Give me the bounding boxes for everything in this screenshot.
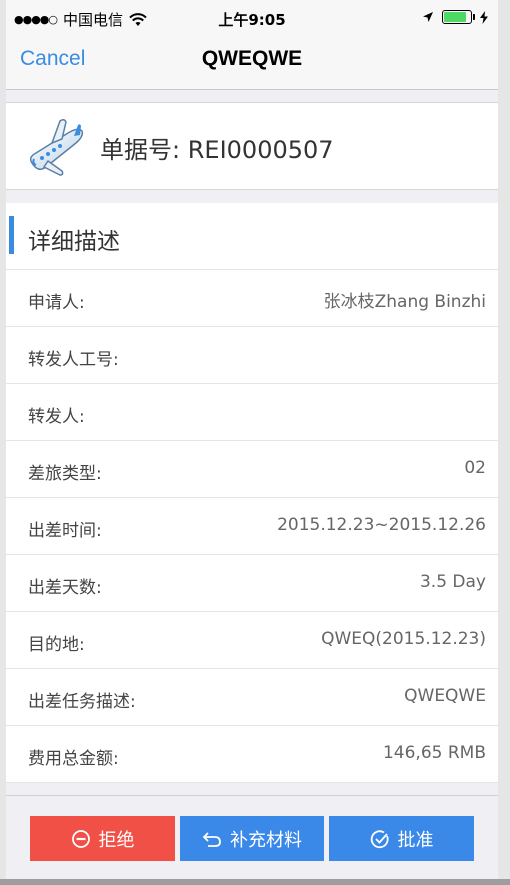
row-value: QWEQWE [404, 686, 486, 706]
supplement-materials-button[interactable]: 补充材料 [180, 816, 324, 861]
row-value: 02 [464, 458, 486, 478]
row-label: 申请人: [28, 293, 85, 313]
approve-label: 批准 [397, 829, 434, 851]
row-label: 费用总金额: [28, 749, 119, 769]
row-label: 出差时间: [28, 521, 102, 541]
document-header-card: 单据号: REI0000507 [6, 102, 498, 190]
detail-row-destination: 目的地: QWEQ(2015.12.23) [6, 612, 498, 669]
detail-row-travel-type: 差旅类型: 02 [6, 441, 498, 498]
app-frame: ●●●●○ 中国电信 上午9:05 Cancel QWEQWE 单据号: REI… [6, 0, 498, 885]
row-label: 转发人: [28, 407, 85, 427]
battery-icon [442, 10, 475, 24]
section-accent-bar [9, 216, 14, 254]
bottom-edge [0, 879, 510, 885]
row-label: 出差天数: [28, 578, 102, 598]
check-circle-icon [370, 829, 389, 848]
supplement-label: 补充材料 [230, 829, 302, 851]
row-label: 转发人工号: [28, 350, 119, 370]
row-value: 张冰枝Zhang Binzhi [323, 292, 486, 312]
detail-row-forwarder-id: 转发人工号: [6, 327, 498, 384]
document-number: 单据号: REI0000507 [100, 130, 334, 165]
page-title: QWEQWE [201, 47, 303, 70]
row-value: QWEQ(2015.12.23) [321, 629, 486, 649]
detail-row-total-amount: 费用总金额: 146,65 RMB [6, 726, 498, 783]
status-bar: ●●●●○ 中国电信 上午9:05 [6, 0, 498, 36]
detail-row-travel-days: 出差天数: 3.5 Day [6, 555, 498, 612]
status-right [422, 10, 488, 24]
detail-row-applicant: 申请人: 张冰枝Zhang Binzhi [6, 270, 498, 327]
detail-section: 详细描述 申请人: 张冰枝Zhang Binzhi 转发人工号: 转发人: 差旅… [6, 203, 498, 783]
reject-button[interactable]: 拒绝 [30, 816, 175, 861]
document-number-label: 单据号: [100, 136, 181, 164]
undo-arrow-icon [202, 831, 221, 847]
detail-row-forwarder: 转发人: [6, 384, 498, 441]
navigation-bar: Cancel QWEQWE [6, 36, 498, 90]
row-label: 出差任务描述: [28, 692, 136, 712]
detail-row-travel-time: 出差时间: 2015.12.23~2015.12.26 [6, 498, 498, 555]
row-value: 2015.12.23~2015.12.26 [277, 515, 486, 535]
row-value: 3.5 Day [419, 572, 486, 592]
section-title: 详细描述 [28, 229, 120, 255]
row-value: 146,65 RMB [382, 743, 486, 763]
charging-bolt-icon [480, 10, 488, 24]
row-label: 差旅类型: [28, 464, 102, 484]
location-arrow-icon [423, 12, 433, 22]
row-label: 目的地: [28, 635, 85, 655]
airplane-icon [29, 118, 84, 176]
approve-button[interactable]: 批准 [329, 816, 474, 861]
section-header: 详细描述 [6, 203, 498, 270]
document-number-value: REI0000507 [187, 136, 334, 164]
minus-circle-icon [71, 829, 90, 848]
reject-label: 拒绝 [98, 829, 135, 851]
detail-row-task-description: 出差任务描述: QWEQWE [6, 669, 498, 726]
